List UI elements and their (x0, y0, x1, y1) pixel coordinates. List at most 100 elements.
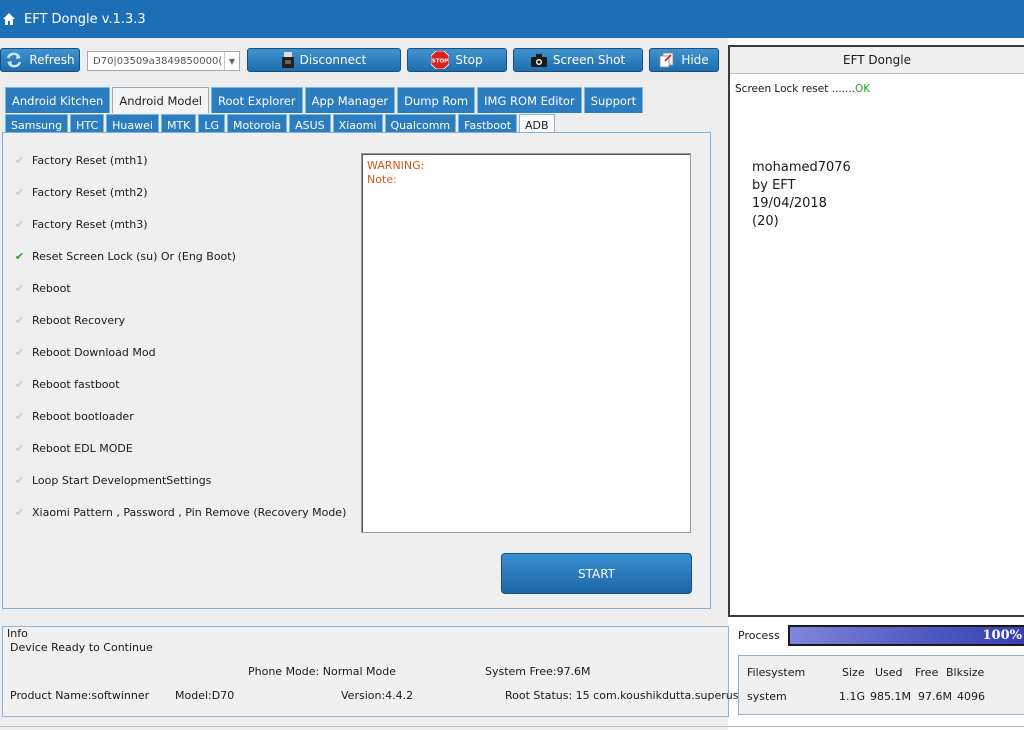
tab-android-kitchen[interactable]: Android Kitchen (5, 87, 111, 113)
log-panel-title: EFT Dongle (730, 47, 1024, 74)
fs-header-used: Used (875, 666, 903, 679)
progress-percent: 100% (982, 628, 1023, 643)
disconnect-label: Disconnect (299, 53, 367, 67)
usb-dongle-icon (281, 52, 294, 68)
title-bar: EFT Dongle v.1.3.3 (0, 0, 1024, 38)
tab-dump-rom[interactable]: Dump Rom (397, 87, 476, 113)
checkmark-icon[interactable]: ✔ (13, 250, 26, 263)
stop-button[interactable]: STOP Stop (407, 48, 507, 72)
checkmark-disabled-icon[interactable]: ✔ (13, 314, 26, 327)
option-checkbox[interactable]: ✔ Factory Reset (mth3) (13, 214, 148, 234)
tab-android-model[interactable]: Android Model (112, 87, 209, 113)
fs-cell-used: 985.1M (870, 690, 911, 703)
filesystem-box: Filesystem Size Used Free Blksize system… (738, 655, 1024, 715)
option-checkbox[interactable]: ✔ Reboot Recovery (13, 310, 125, 330)
option-label: Xiaomi Pattern , Password , Pin Remove (… (32, 505, 347, 519)
option-checkbox[interactable]: ✔ Reboot bootloader (13, 406, 134, 426)
option-checkbox[interactable]: ✔ Reboot Download Mod (13, 342, 156, 362)
option-label: Factory Reset (mth1) (32, 153, 148, 167)
android-version: Version:4.4.2 (341, 689, 414, 702)
option-checkbox[interactable]: ✔ Reboot fastboot (13, 374, 120, 394)
model: Model:D70 (175, 689, 235, 702)
option-checkbox[interactable]: ✔ Factory Reset (mth1) (13, 150, 148, 170)
note-label: Note: (367, 173, 397, 186)
main-tabs: Android Kitchen Android Model Root Explore… (5, 87, 645, 113)
checkmark-disabled-icon[interactable]: ✔ (13, 378, 26, 391)
checkmark-disabled-icon[interactable]: ✔ (13, 474, 26, 487)
option-label: Loop Start DevelopmentSettings (32, 473, 212, 487)
signature-block: mohamed7076 by EFT 19/04/2018 (20) (752, 159, 851, 231)
option-label: Factory Reset (mth3) (32, 217, 148, 231)
device-status: Device Ready to Continue (10, 641, 153, 654)
checkmark-disabled-icon[interactable]: ✔ (13, 154, 26, 167)
option-checkbox[interactable]: ✔ Loop Start DevelopmentSettings (13, 470, 212, 490)
signature-by: by EFT (752, 178, 796, 193)
log-line: Screen Lock reset .......OK (735, 83, 870, 95)
refresh-button[interactable]: Refresh (0, 48, 80, 72)
screenshot-label: Screen Shot (552, 53, 626, 67)
checkmark-disabled-icon[interactable]: ✔ (13, 506, 26, 519)
bottom-divider (0, 726, 1024, 727)
warning-box: WARNING: Note: (361, 153, 691, 533)
checkmark-disabled-icon[interactable]: ✔ (13, 282, 26, 295)
camera-icon (530, 53, 547, 67)
tab-support[interactable]: Support (583, 87, 644, 113)
info-box: Info Device Ready to Continue Phone Mode… (2, 626, 750, 717)
log-panel: EFT Dongle Screen Lock reset .......OK m… (728, 45, 1024, 617)
fs-cell-size: 1.1G (839, 690, 866, 703)
option-label: Reboot Recovery (32, 313, 126, 327)
stop-icon: STOP (431, 51, 450, 69)
option-label: Reboot EDL MODE (32, 441, 133, 455)
start-button[interactable]: START (501, 553, 692, 594)
device-select-value: D70|03509a3849850000( (93, 55, 223, 67)
product-name: Product Name:softwinner (10, 689, 150, 702)
log-text: Screen Lock reset ....... (735, 83, 856, 95)
window-title: EFT Dongle v.1.3.3 (24, 11, 146, 27)
option-label: Reset Screen Lock (su) Or (Eng Boot) (32, 249, 236, 263)
device-select[interactable]: D70|03509a3849850000( ▼ (87, 51, 240, 71)
checkmark-disabled-icon[interactable]: ✔ (13, 346, 26, 359)
log-ok: OK (855, 83, 871, 95)
option-checkbox[interactable]: ✔ Reboot EDL MODE (13, 438, 133, 458)
stop-icon-text: STOP (432, 59, 448, 65)
stop-label: Stop (455, 53, 483, 67)
fs-header-free: Free (915, 666, 939, 679)
option-label: Reboot (32, 281, 71, 295)
fs-cell-blksize: 4096 (957, 690, 985, 703)
warning-label: WARNING: (367, 159, 425, 172)
checkmark-disabled-icon[interactable]: ✔ (13, 218, 26, 231)
screenshot-button[interactable]: Screen Shot (513, 48, 643, 72)
option-label: Factory Reset (mth2) (32, 185, 148, 199)
option-checkbox[interactable]: ✔ Xiaomi Pattern , Password , Pin Remove … (13, 502, 346, 522)
option-label: Reboot bootloader (32, 409, 134, 423)
signature-date: 19/04/2018 (752, 196, 827, 211)
tab-app-manager[interactable]: App Manager (304, 87, 396, 113)
refresh-label: Refresh (29, 53, 75, 67)
checkmark-disabled-icon[interactable]: ✔ (13, 186, 26, 199)
process-progress-bar: 100% (788, 625, 1024, 646)
process-label: Process (738, 629, 780, 642)
disconnect-button[interactable]: Disconnect (247, 48, 401, 72)
checkmark-disabled-icon[interactable]: ✔ (13, 410, 26, 423)
option-checkbox[interactable]: ✔ Reboot (13, 278, 71, 298)
option-checkbox[interactable]: ✔ Factory Reset (mth2) (13, 182, 148, 202)
tab-root-explorer[interactable]: Root Explorer (211, 87, 303, 113)
option-checkbox[interactable]: ✔ Reset Screen Lock (su) Or (Eng Boot) (13, 246, 236, 266)
chevron-down-icon[interactable]: ▼ (224, 52, 239, 70)
fs-header-filesystem: Filesystem (747, 666, 806, 679)
hide-window-icon (659, 52, 674, 68)
fs-cell-filesystem: system (747, 690, 787, 703)
fs-header-blksize: Blksize (946, 666, 985, 679)
system-free: System Free:97.6M (485, 665, 591, 678)
info-heading: Info (7, 627, 28, 640)
hide-button[interactable]: Hide (649, 48, 719, 72)
phone-mode: Phone Mode: Normal Mode (248, 665, 397, 678)
checkmark-disabled-icon[interactable]: ✔ (13, 442, 26, 455)
root-status: Root Status: 15 com.koushikdutta.superus… (505, 689, 750, 702)
home-icon (3, 13, 15, 25)
refresh-icon (7, 52, 22, 68)
option-label: Reboot fastboot (32, 377, 120, 391)
fs-cell-free: 97.6M (918, 690, 952, 703)
hide-label: Hide (681, 53, 709, 67)
tab-img-rom-editor[interactable]: IMG ROM Editor (477, 87, 582, 113)
